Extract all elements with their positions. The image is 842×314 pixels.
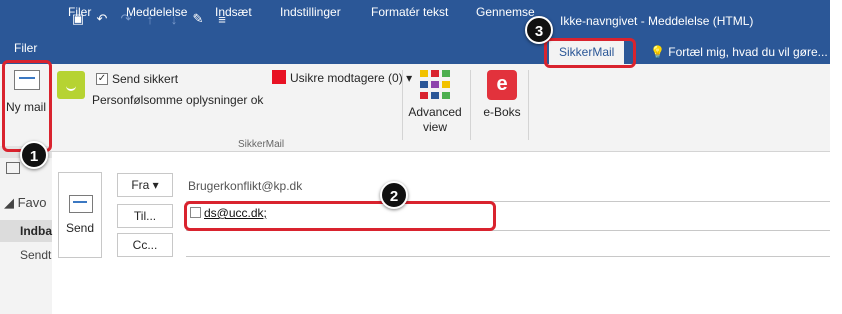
send-icon <box>69 195 93 213</box>
eboks-button[interactable]: e-Boks <box>478 105 526 120</box>
tab-meddelelse[interactable]: Meddelelse <box>126 5 187 19</box>
callout-badge-1: 1 <box>20 141 48 169</box>
send-button[interactable]: Send <box>58 172 102 258</box>
tab-indsaet[interactable]: Indsæt <box>215 5 252 19</box>
folder-inbox[interactable]: Indba <box>0 220 52 242</box>
field-divider <box>186 256 830 257</box>
send-secure-checkbox[interactable]: ✓ <box>96 73 108 85</box>
from-address: Brugerkonflikt@kp.dk <box>188 179 303 193</box>
folder-pane-icon[interactable] <box>6 162 20 174</box>
tab-indstillinger[interactable]: Indstillinger <box>280 5 341 19</box>
highlight-to-field <box>184 201 496 231</box>
personal-data-label[interactable]: Personfølsomme oplysninger ok <box>92 93 263 107</box>
main-files-tab[interactable]: Filer <box>14 41 37 55</box>
tab-filer[interactable]: Filer <box>68 5 91 19</box>
callout-badge-2: 2 <box>380 181 408 209</box>
tell-me-box[interactable]: 💡 Fortæl mig, hvad du vil gøre... <box>650 45 828 59</box>
ribbon-separator <box>470 70 471 140</box>
unsafe-recipients-dropdown[interactable]: Usikre modtagere (0) ▾ <box>290 71 412 85</box>
highlight-sikkermail-tab <box>544 38 636 68</box>
undo-icon[interactable]: ↶ <box>94 11 110 27</box>
chevron-down-icon: ▾ <box>152 178 159 192</box>
attach-icon[interactable]: ✎ <box>190 11 206 27</box>
ribbon-separator <box>528 70 529 140</box>
folder-sent[interactable]: Sendt <box>20 248 51 262</box>
favorites-header[interactable]: ◢ Favo <box>4 195 47 211</box>
from-button[interactable]: Fra ▾ <box>117 173 173 197</box>
ribbon-separator <box>402 70 403 140</box>
callout-badge-3: 3 <box>525 16 553 44</box>
ribbon-group-label: SikkerMail <box>238 139 285 150</box>
window-title: Ikke-navngivet - Meddelelse (HTML) <box>560 14 754 28</box>
cc-button[interactable]: Cc... <box>117 233 173 257</box>
send-label: Send <box>65 221 95 235</box>
chevron-down-icon: ▾ <box>406 71 413 85</box>
advanced-view-button[interactable]: Advanced view <box>406 105 464 135</box>
unsafe-recipients-icon <box>272 70 286 84</box>
to-button[interactable]: Til... <box>117 204 173 228</box>
advanced-view-icon[interactable] <box>420 70 450 100</box>
send-secure-label[interactable]: Send sikkert <box>112 72 178 86</box>
eboks-icon[interactable]: e <box>487 70 517 100</box>
tab-formater-tekst[interactable]: Formatér tekst <box>371 5 448 19</box>
folder-inbox-label: Indba <box>20 224 52 238</box>
sikkermail-logo-icon <box>57 71 85 99</box>
lightbulb-icon: 💡 <box>650 45 665 59</box>
highlight-new-mail <box>2 60 52 152</box>
tab-gennemse[interactable]: Gennemse <box>476 5 535 19</box>
